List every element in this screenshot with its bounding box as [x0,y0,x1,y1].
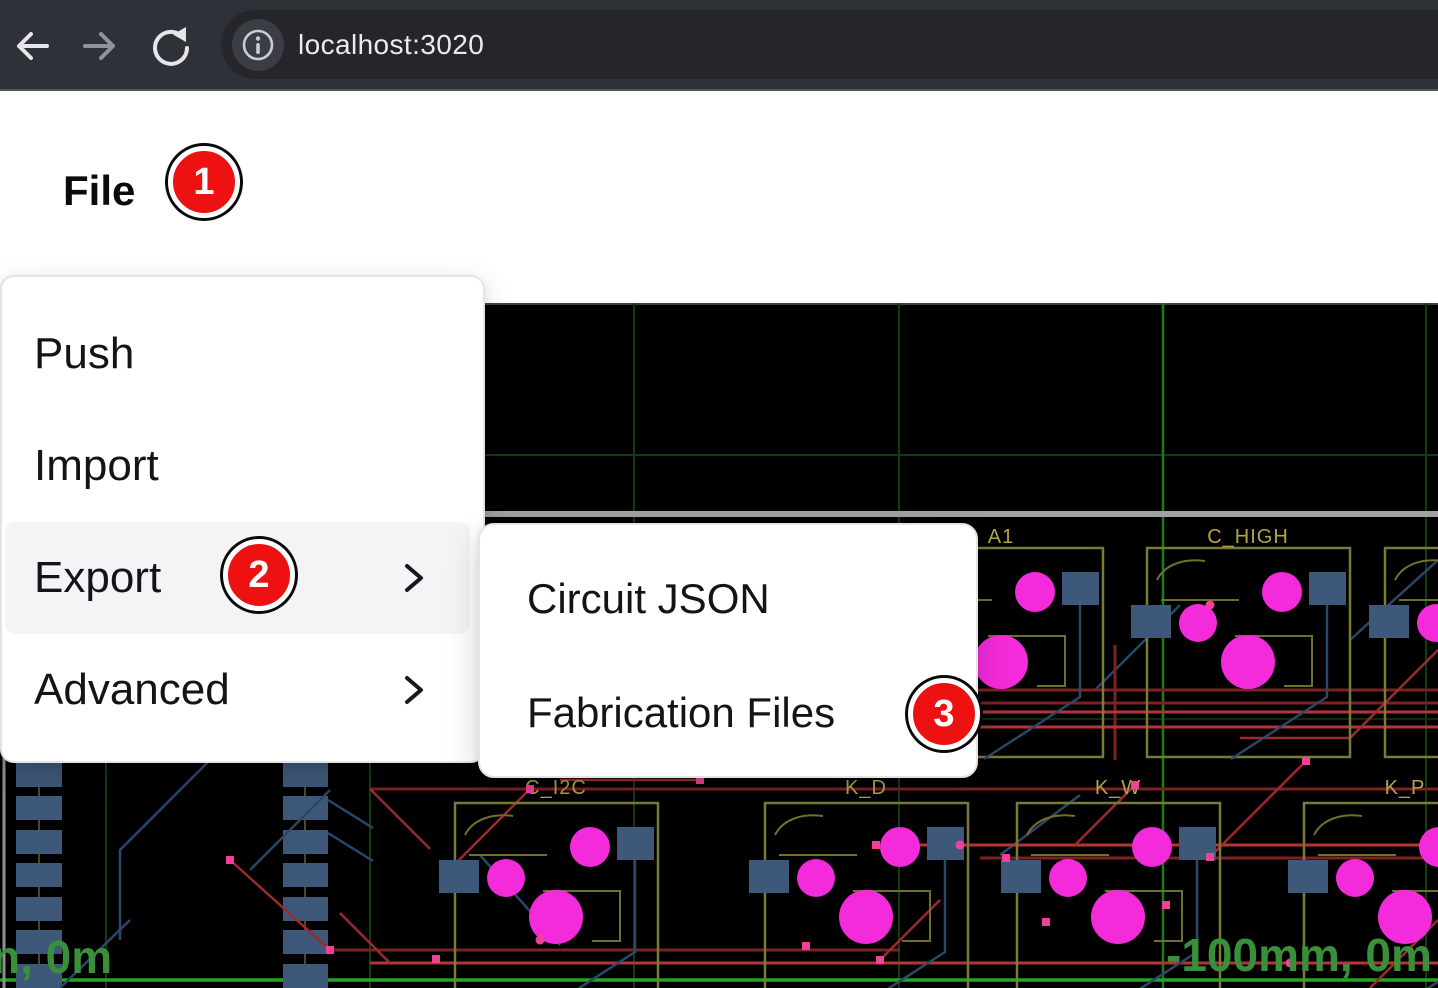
svg-text:n, 0m: n, 0m [0,931,112,983]
menu-item-label: Push [34,329,134,379]
submenu-item-label: Circuit JSON [527,575,770,623]
chevron-right-icon [401,669,427,711]
annotation-badge-3: 3 [908,678,980,750]
back-button[interactable] [6,21,56,71]
svg-text:-100mm, 0m: -100mm, 0m [1166,929,1432,981]
menu-item-push[interactable]: Push [2,298,483,410]
submenu-item-label: Fabrication Files [527,689,835,737]
menu-item-label: Advanced [34,665,230,715]
export-submenu: Circuit JSON Fabrication Files [478,523,978,778]
reload-button[interactable] [146,21,196,71]
annotation-badge-2: 2 [223,539,295,611]
info-icon [241,28,275,62]
url-text: localhost:3020 [298,29,484,61]
svg-text:C_I2C: C_I2C [525,777,587,799]
menu-item-advanced[interactable]: Advanced [2,634,483,746]
svg-text:K_P: K_P [1385,777,1426,799]
svg-text:K_D: K_D [845,777,887,799]
browser-window: A1 C_HIGH C_I2C K_D K_W K_P n, 0m -100mm… [0,0,1438,988]
submenu-item-fabrication-files[interactable]: Fabrication Files [480,656,976,770]
file-menu-label: File [63,167,135,214]
menu-item-label: Import [34,441,159,491]
annotation-badge-1: 1 [168,146,240,218]
menu-item-label: Export [34,553,161,603]
forward-button[interactable] [76,21,126,71]
menu-item-import[interactable]: Import [2,410,483,522]
url-bar[interactable]: localhost:3020 [221,10,1438,79]
svg-text:A1: A1 [988,526,1014,548]
file-menu-button[interactable]: File [63,170,135,212]
svg-text:C_HIGH: C_HIGH [1207,526,1289,548]
file-dropdown-menu: Push Import Export Advanced [0,275,485,763]
site-info-button[interactable] [232,19,284,71]
browser-toolbar: localhost:3020 [0,0,1438,91]
arrow-left-icon [9,24,53,68]
submenu-item-circuit-json[interactable]: Circuit JSON [480,542,976,656]
arrow-right-icon [79,24,123,68]
chevron-right-icon [401,557,427,599]
reload-icon [149,24,193,68]
